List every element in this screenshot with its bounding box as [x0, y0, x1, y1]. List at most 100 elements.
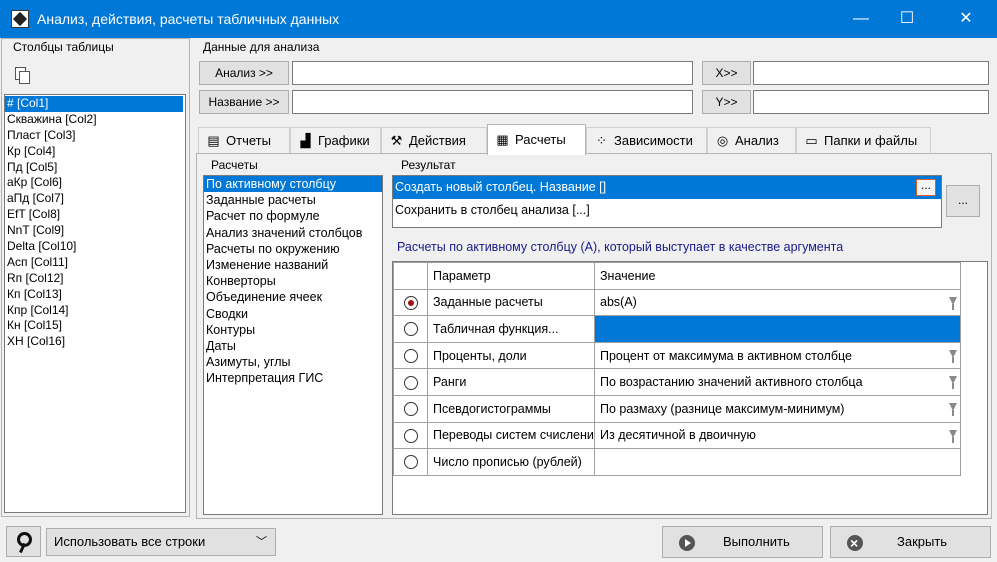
- calculations-list[interactable]: По активному столбцу Заданные расчеты Расч…: [203, 175, 383, 515]
- filter-icon[interactable]: [949, 296, 957, 311]
- tab-actions[interactable]: ⚒ Действия: [381, 127, 487, 154]
- grid-header-value[interactable]: Значение: [594, 262, 961, 290]
- x-button[interactable]: X>>: [702, 61, 751, 85]
- result-item-new-column[interactable]: Создать новый столбец. Название [] ...: [393, 176, 941, 199]
- column-item[interactable]: # [Col1]: [5, 96, 183, 112]
- x-field[interactable]: [753, 61, 989, 85]
- filter-icon[interactable]: [949, 349, 957, 364]
- grid-row[interactable]: Табличная функция...: [393, 315, 961, 343]
- tab-charts[interactable]: ▟ Графики: [290, 127, 381, 154]
- calculation-item[interactable]: Азимуты, углы: [204, 354, 382, 370]
- column-item[interactable]: Пд [Col5]: [5, 160, 185, 176]
- row-radio[interactable]: [403, 348, 418, 363]
- column-item[interactable]: Кп [Col13]: [5, 287, 185, 303]
- row-radio[interactable]: [403, 295, 418, 310]
- grid-radio-cell[interactable]: [393, 448, 428, 476]
- tab-analysis[interactable]: ◎ Анализ: [707, 127, 796, 154]
- close-window-button[interactable]: ✕: [943, 0, 989, 38]
- column-item[interactable]: Пласт [Col3]: [5, 128, 185, 144]
- grid-row[interactable]: Переводы систем счисления Из десятичной в…: [393, 421, 961, 450]
- grid-radio-cell[interactable]: [393, 394, 428, 423]
- grid-param-cell[interactable]: Псевдогистограммы: [427, 394, 595, 423]
- calculation-item[interactable]: Расчет по формуле: [204, 208, 382, 224]
- grid-header-param[interactable]: Параметр: [427, 262, 595, 290]
- column-item[interactable]: Асп [Col11]: [5, 255, 185, 271]
- grid-row[interactable]: Псевдогистограммы По размаху (разнице мак…: [393, 394, 961, 423]
- column-item[interactable]: EfT [Col8]: [5, 207, 185, 223]
- grid-param-cell[interactable]: Число прописью (рублей): [427, 448, 595, 476]
- run-button[interactable]: Выполнить: [662, 526, 823, 558]
- calculation-item[interactable]: Конверторы: [204, 273, 382, 289]
- column-item[interactable]: NnT [Col9]: [5, 223, 185, 239]
- calculation-item[interactable]: Сводки: [204, 306, 382, 322]
- column-item[interactable]: аПд [Col7]: [5, 191, 185, 207]
- calculation-item[interactable]: Изменение названий: [204, 257, 382, 273]
- row-radio[interactable]: [403, 402, 418, 417]
- grid-param-cell[interactable]: Заданные расчеты: [427, 288, 595, 317]
- calculation-item[interactable]: Интерпретация ГИС: [204, 370, 382, 386]
- calculation-item[interactable]: Анализ значений столбцов: [204, 225, 382, 241]
- calculation-item[interactable]: По активному столбцу: [204, 176, 382, 193]
- grid-radio-cell[interactable]: [393, 341, 428, 370]
- tab-folders-files[interactable]: ▭ Папки и файлы: [796, 127, 931, 154]
- close-button[interactable]: Закрыть: [830, 526, 991, 558]
- minimize-button[interactable]: —: [838, 0, 884, 38]
- grid-value-cell[interactable]: [594, 448, 961, 476]
- analysis-field[interactable]: [292, 61, 693, 85]
- column-item[interactable]: Кпр [Col14]: [5, 303, 185, 319]
- grid-value-cell[interactable]: [594, 315, 961, 343]
- copy-icon[interactable]: [15, 67, 30, 84]
- column-item[interactable]: Кн [Col15]: [5, 318, 185, 334]
- result-options-button[interactable]: ...: [946, 185, 980, 217]
- filter-icon[interactable]: [949, 376, 957, 390]
- y-button[interactable]: Y>>: [702, 90, 751, 114]
- grid-radio-cell[interactable]: [393, 368, 428, 396]
- result-item-save-column[interactable]: Сохранить в столбец анализа [...]: [393, 199, 941, 222]
- rows-select[interactable]: Использовать все строки ﹀: [46, 528, 276, 556]
- analysis-button[interactable]: Анализ >>: [199, 61, 289, 85]
- calculation-item[interactable]: Расчеты по окружению: [204, 241, 382, 257]
- name-button[interactable]: Название >>: [199, 90, 289, 114]
- grid-radio-cell[interactable]: [393, 288, 428, 317]
- tab-calculations[interactable]: ▦ Расчеты: [487, 124, 586, 155]
- calculation-item[interactable]: Контуры: [204, 322, 382, 338]
- column-item[interactable]: Скважина [Col2]: [5, 112, 185, 128]
- grid-row[interactable]: Ранги По возрастанию значений активного с…: [393, 368, 961, 396]
- grid-param-cell[interactable]: Проценты, доли: [427, 341, 595, 370]
- grid-value-cell[interactable]: abs(A): [594, 288, 961, 317]
- grid-value-cell[interactable]: Процент от максимума в активном столбце: [594, 341, 961, 370]
- calculation-item[interactable]: Даты: [204, 338, 382, 354]
- column-item[interactable]: аКр [Col6]: [5, 175, 185, 191]
- grid-value-cell[interactable]: По возрастанию значений активного столбц…: [594, 368, 961, 396]
- columns-list[interactable]: # [Col1] Скважина [Col2] Пласт [Col3] Кр [C…: [4, 94, 186, 513]
- column-item[interactable]: Delta [Col10]: [5, 239, 185, 255]
- grid-radio-cell[interactable]: [393, 421, 428, 450]
- grid-param-cell[interactable]: Табличная функция...: [427, 315, 595, 343]
- grid-row[interactable]: Число прописью (рублей): [393, 448, 961, 476]
- maximize-button[interactable]: ☐: [884, 0, 930, 38]
- result-list[interactable]: Создать новый столбец. Название [] ... С…: [392, 175, 942, 228]
- column-item[interactable]: Rп [Col12]: [5, 271, 185, 287]
- tab-dependencies[interactable]: ⁘ Зависимости: [586, 127, 707, 154]
- filter-icon[interactable]: [949, 429, 957, 444]
- row-radio[interactable]: [403, 375, 418, 390]
- row-radio[interactable]: [403, 455, 418, 470]
- tab-reports[interactable]: ▤ Отчеты: [198, 127, 290, 154]
- column-item[interactable]: ХН [Col16]: [5, 334, 185, 350]
- grid-param-cell[interactable]: Переводы систем счисления: [427, 421, 595, 450]
- grid-value-cell[interactable]: Из десятичной в двоичную: [594, 421, 961, 450]
- calculation-item[interactable]: Объединение ячеек: [204, 289, 382, 305]
- column-item[interactable]: Кр [Col4]: [5, 144, 185, 160]
- filter-icon[interactable]: [949, 402, 957, 417]
- grid-radio-cell[interactable]: [393, 315, 428, 343]
- calculation-item[interactable]: Заданные расчеты: [204, 192, 382, 208]
- name-field[interactable]: [292, 90, 693, 114]
- edit-name-button[interactable]: ...: [916, 179, 936, 196]
- grid-row[interactable]: Проценты, доли Процент от максимума в акт…: [393, 341, 961, 370]
- grid-value-cell[interactable]: По размаху (разнице максимум-минимум): [594, 394, 961, 423]
- row-radio[interactable]: [403, 322, 418, 337]
- key-icon[interactable]: [6, 526, 41, 557]
- y-field[interactable]: [753, 90, 989, 114]
- grid-param-cell[interactable]: Ранги: [427, 368, 595, 396]
- grid-row[interactable]: Заданные расчеты abs(A): [393, 288, 961, 317]
